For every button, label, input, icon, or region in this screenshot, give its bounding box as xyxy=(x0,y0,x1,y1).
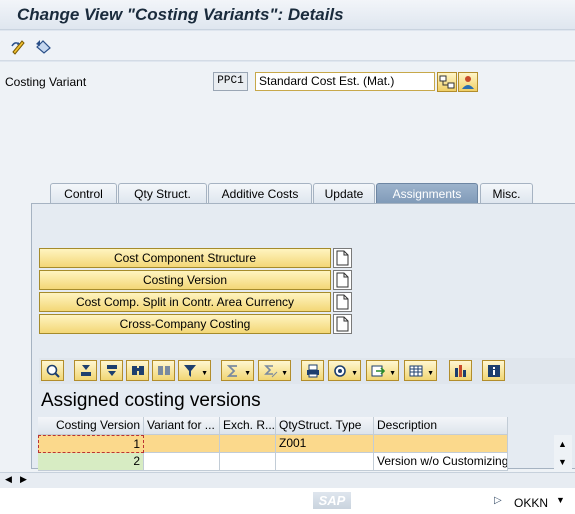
cost-component-structure-button[interactable]: Cost Component Structure xyxy=(39,248,331,268)
costing-variant-label: Costing Variant xyxy=(5,75,87,89)
information-icon[interactable] xyxy=(482,360,505,381)
costing-version-cell[interactable]: 2 xyxy=(38,453,144,471)
sort-ascending-icon[interactable] xyxy=(74,360,97,381)
sort-descending-icon[interactable] xyxy=(100,360,123,381)
qty-struct-type-cell[interactable]: Z001 xyxy=(276,435,374,453)
document-icon[interactable] xyxy=(333,292,352,312)
filter-icon[interactable]: ▼ xyxy=(178,360,211,381)
display-change-icon[interactable] xyxy=(10,37,28,55)
column-header[interactable]: Costing Version xyxy=(38,417,144,435)
main-screen: Costing Variant PPC1 Standard Cost Est. … xyxy=(0,62,575,472)
scroll-right-icon[interactable]: ▶ xyxy=(20,474,27,485)
column-header[interactable]: QtyStruct. Type xyxy=(276,417,374,435)
variant-for-cell[interactable] xyxy=(144,453,220,471)
sap-logo: SAP xyxy=(313,492,351,509)
vertical-scrollbar[interactable]: ▲ ▼ xyxy=(554,435,572,473)
exch-rate-cell[interactable] xyxy=(220,435,276,453)
costing-variant-description: Standard Cost Est. (Mat.) xyxy=(255,72,435,91)
cost-comp-split-button[interactable]: Cost Comp. Split in Contr. Area Currency xyxy=(39,292,331,312)
costing-version-cell[interactable]: 1 xyxy=(38,435,144,453)
description-cell[interactable]: Version w/o Customizing xyxy=(374,453,508,471)
scroll-up-icon[interactable]: ▲ xyxy=(558,439,567,449)
column-header[interactable]: Exch. R... xyxy=(220,417,276,435)
scroll-down-icon[interactable]: ▼ xyxy=(558,457,567,467)
grid-title: Assigned costing versions xyxy=(41,390,261,411)
system-name: OKKN xyxy=(514,496,549,510)
grid-header-row: Costing Version Variant for ... Exch. R.… xyxy=(38,417,508,435)
views-icon[interactable]: ▼ xyxy=(328,360,361,381)
variant-for-cell[interactable] xyxy=(144,435,220,453)
tab-misc[interactable]: Misc. xyxy=(480,183,533,204)
table-row[interactable]: 2 Version w/o Customizing xyxy=(38,453,508,471)
tab-qty-struct[interactable]: Qty Struct. xyxy=(118,183,207,204)
document-icon[interactable] xyxy=(333,270,352,290)
total-icon[interactable]: ▼ xyxy=(221,360,254,381)
status-bar: SAP ▷ OKKN ▼ xyxy=(0,488,575,514)
document-icon[interactable] xyxy=(333,248,352,268)
export-icon[interactable]: ▼ xyxy=(366,360,399,381)
tab-control[interactable]: Control xyxy=(50,183,117,204)
print-icon[interactable] xyxy=(301,360,324,381)
undo-icon[interactable] xyxy=(34,37,52,55)
subtotal-icon[interactable]: ▼ xyxy=(258,360,291,381)
costing-version-button[interactable]: Costing Version xyxy=(39,270,331,290)
column-header[interactable]: Variant for ... xyxy=(144,417,220,435)
table-row[interactable]: 1 Z001 xyxy=(38,435,508,453)
window-title: Change View "Costing Variants": Details xyxy=(17,5,344,24)
person-icon[interactable] xyxy=(458,72,478,92)
hierarchy-icon[interactable] xyxy=(437,72,457,92)
column-header[interactable]: Description xyxy=(374,417,508,435)
layout-icon[interactable]: ▼ xyxy=(404,360,437,381)
exch-rate-cell[interactable] xyxy=(220,453,276,471)
details-icon[interactable] xyxy=(41,360,64,381)
costing-variant-field[interactable]: PPC1 xyxy=(213,72,248,91)
status-toggle-icon[interactable]: ▷ xyxy=(494,495,502,506)
description-cell[interactable] xyxy=(374,435,508,453)
find-icon[interactable] xyxy=(126,360,149,381)
title-bar: Change View "Costing Variants": Details xyxy=(0,0,575,30)
document-icon[interactable] xyxy=(333,314,352,334)
cross-company-costing-button[interactable]: Cross-Company Costing xyxy=(39,314,331,334)
horizontal-scrollbar[interactable]: ◀ ▶ xyxy=(0,472,575,488)
system-dropdown-icon[interactable]: ▼ xyxy=(556,495,565,505)
tab-update[interactable]: Update xyxy=(313,183,375,204)
qty-struct-type-cell[interactable] xyxy=(276,453,374,471)
grid-toolbar: ▼ ▼ ▼ ▼ ▼ ▼ xyxy=(39,358,575,384)
graphic-icon[interactable] xyxy=(449,360,472,381)
tab-additive-costs[interactable]: Additive Costs xyxy=(208,183,312,204)
find-next-icon[interactable] xyxy=(152,360,175,381)
scroll-left-icon[interactable]: ◀ xyxy=(5,474,12,485)
application-toolbar xyxy=(0,31,575,61)
tab-assignments[interactable]: Assignments xyxy=(376,183,478,204)
